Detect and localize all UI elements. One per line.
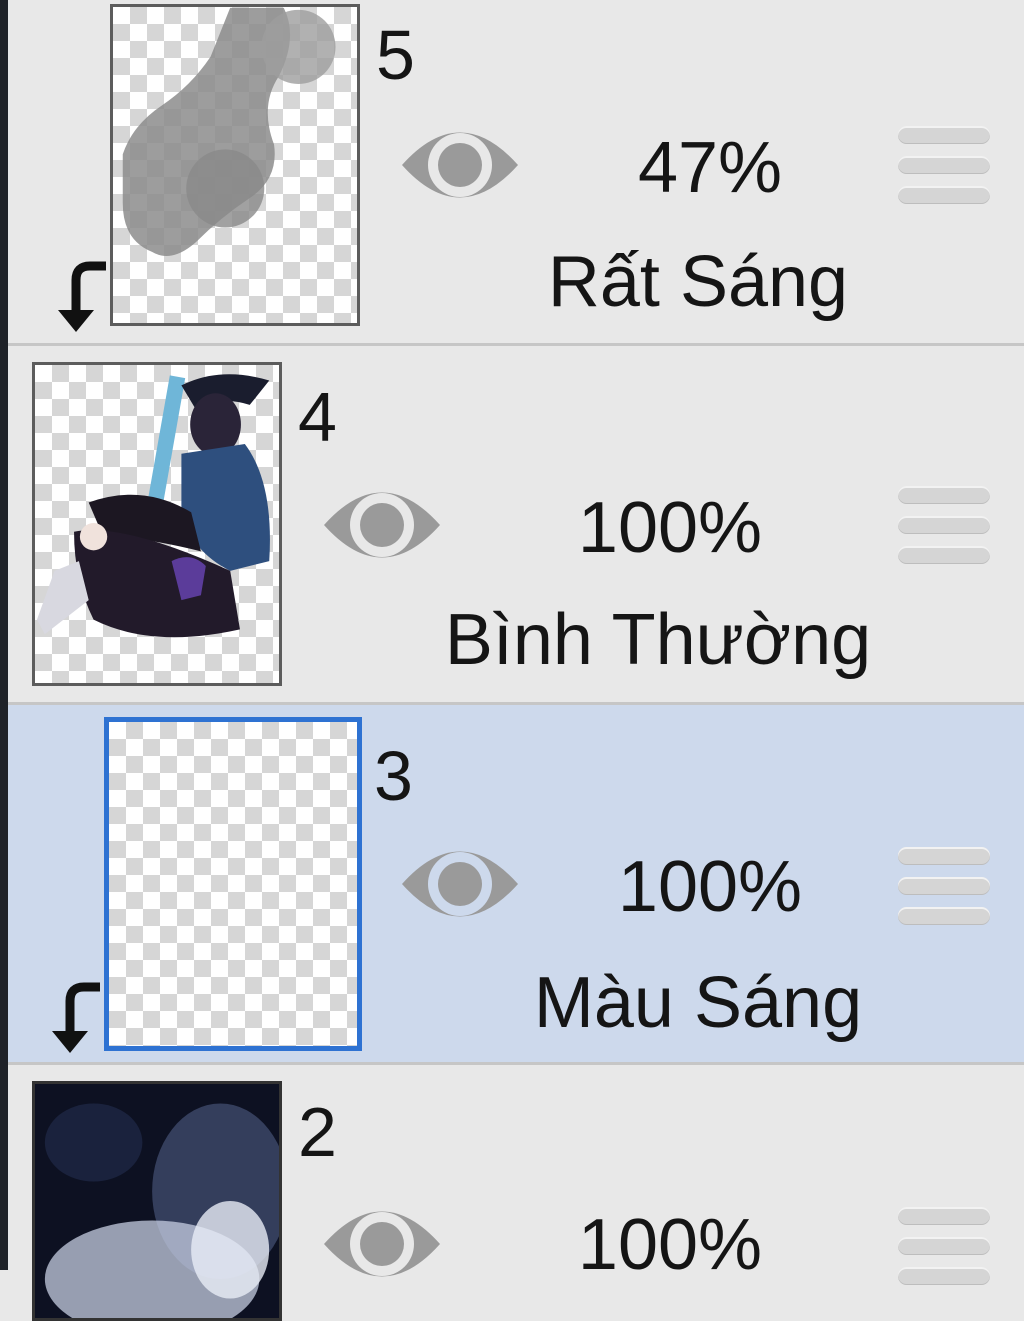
layer-number: 3 (374, 737, 413, 815)
clipping-arrow-icon (38, 973, 108, 1063)
canvas-edge (0, 0, 8, 1270)
drag-handle-icon[interactable] (898, 126, 990, 208)
layer-blend-mode[interactable]: Bình Thường (378, 604, 938, 676)
layer-thumbnail[interactable] (104, 717, 362, 1051)
clipping-arrow-icon (44, 252, 114, 342)
layer-row-4[interactable]: 4 100% Bình Thường (8, 346, 1024, 704)
layer-thumbnail[interactable] (32, 1081, 282, 1321)
thumbnail-artwork (36, 374, 270, 638)
layer-opacity: 100% (577, 1205, 763, 1285)
thumbnail-artwork (35, 1084, 279, 1318)
layer-opacity: 100% (617, 847, 803, 927)
layer-row-3[interactable]: 3 100% Màu Sáng (8, 705, 1024, 1063)
eye-icon[interactable] (398, 120, 522, 210)
layers-panel: 5 47% Rất Sáng 4 100% Bình Thường 3 100%… (8, 0, 1024, 1321)
drag-handle-icon[interactable] (898, 1207, 990, 1289)
layer-thumbnail[interactable] (110, 4, 360, 326)
layer-number: 5 (376, 16, 415, 94)
layer-thumbnail[interactable] (32, 362, 282, 686)
layer-opacity: 47% (637, 128, 783, 208)
layer-blend-mode[interactable]: Màu Sáng (418, 967, 978, 1039)
layer-row-2[interactable]: 2 100% (8, 1065, 1024, 1321)
drag-handle-icon[interactable] (898, 847, 990, 929)
layer-opacity: 100% (577, 488, 763, 568)
layer-number: 2 (298, 1093, 337, 1171)
layer-blend-mode[interactable]: Rất Sáng (418, 246, 978, 318)
eye-icon[interactable] (320, 1199, 444, 1289)
layer-row-5[interactable]: 5 47% Rất Sáng (8, 0, 1024, 344)
eye-icon[interactable] (398, 839, 522, 929)
layer-number: 4 (298, 378, 337, 456)
eye-icon[interactable] (320, 480, 444, 570)
thumbnail-artwork (122, 7, 336, 256)
drag-handle-icon[interactable] (898, 486, 990, 568)
